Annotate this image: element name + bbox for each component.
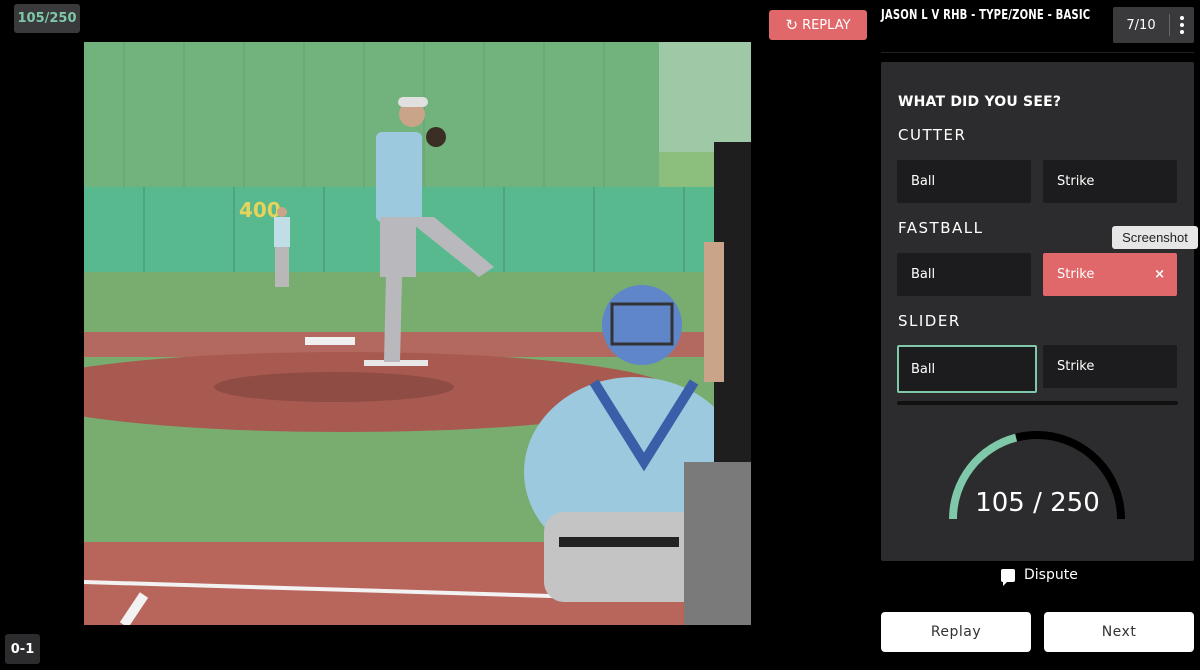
close-icon: × bbox=[1154, 267, 1165, 282]
choice-label: Strike bbox=[1057, 359, 1095, 374]
cutter-ball-button[interactable]: Ball bbox=[897, 160, 1031, 203]
gauge-readout: 105 / 250 bbox=[881, 488, 1194, 518]
cutter-strike-button[interactable]: Strike bbox=[1043, 160, 1177, 203]
header-divider bbox=[881, 52, 1194, 53]
gauge-current: 105 bbox=[975, 488, 1025, 518]
comment-icon bbox=[1001, 568, 1015, 586]
screenshot-tooltip[interactable]: Screenshot bbox=[1112, 226, 1198, 249]
replay-button[interactable]: Replay bbox=[881, 612, 1031, 652]
choice-label: Strike bbox=[1057, 174, 1095, 189]
slider-ball-button[interactable]: Ball bbox=[897, 345, 1037, 393]
pitch-video-frame: 400 bbox=[84, 42, 751, 625]
pitch-label-slider: SLIDER bbox=[898, 312, 961, 330]
gauge-total: 250 bbox=[1050, 488, 1100, 518]
kebab-menu-icon[interactable] bbox=[1170, 7, 1194, 43]
slider-strike-button[interactable]: Strike bbox=[1043, 345, 1177, 388]
answer-panel: WHAT DID YOU SEE? CUTTER Ball Strike FAS… bbox=[881, 62, 1194, 561]
choice-label: Ball bbox=[911, 361, 936, 377]
progress-counter: 7/10 bbox=[1126, 17, 1156, 33]
replay-top-button[interactable]: ↻ REPLAY bbox=[769, 10, 867, 40]
section-divider bbox=[897, 401, 1178, 405]
pitch-label-cutter: CUTTER bbox=[898, 126, 967, 144]
choice-label: Ball bbox=[911, 174, 936, 189]
dispute-label: Dispute bbox=[1024, 567, 1078, 583]
dispute-link[interactable]: Dispute bbox=[1001, 567, 1078, 586]
score-badge: 105/250 bbox=[14, 4, 80, 33]
fastball-ball-button[interactable]: Ball bbox=[897, 253, 1031, 296]
next-button[interactable]: Next bbox=[1044, 612, 1194, 652]
count-badge: 0-1 bbox=[5, 634, 40, 664]
question-heading: WHAT DID YOU SEE? bbox=[898, 94, 1062, 110]
fastball-strike-button[interactable]: Strike × bbox=[1043, 253, 1177, 296]
outfielder bbox=[274, 207, 290, 287]
session-title: JASON L V RHB - TYPE/ZONE - BASIC bbox=[881, 8, 1091, 23]
pitch-label-fastball: FASTBALL bbox=[898, 219, 984, 237]
choice-label: Strike bbox=[1057, 267, 1095, 282]
choice-label: Ball bbox=[911, 267, 936, 282]
gauge-separator: / bbox=[1033, 488, 1042, 518]
refresh-icon: ↻ bbox=[785, 15, 799, 34]
replay-top-label: REPLAY bbox=[802, 17, 851, 33]
pitch-video[interactable]: 400 bbox=[84, 42, 751, 625]
progress-box: 7/10 bbox=[1113, 7, 1194, 43]
